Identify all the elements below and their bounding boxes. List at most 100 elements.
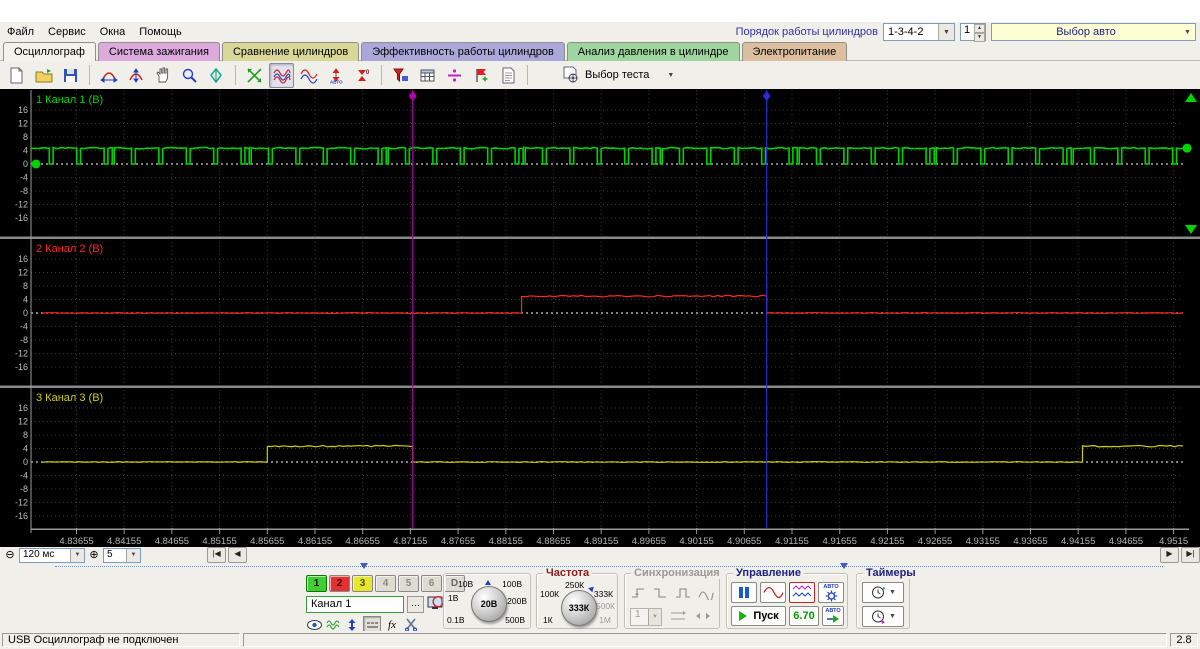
x-tick-label: 4.90655 — [727, 536, 761, 547]
go-last-button[interactable]: ▶| — [1181, 547, 1200, 563]
tab-cylinder-efficiency[interactable]: Эффективность работы цилиндров — [361, 42, 565, 61]
voltage-knob-pointer — [485, 580, 491, 585]
version-label: 2.8 — [1170, 633, 1198, 647]
scale-updown-icon[interactable] — [344, 617, 360, 632]
channel-button-3[interactable]: 3 — [352, 575, 373, 592]
y-tick-label: -4 — [20, 471, 28, 481]
chevron-down-icon[interactable]: ▼ — [938, 24, 954, 40]
channel-button-6[interactable]: 6 — [421, 575, 442, 592]
new-file-button[interactable] — [4, 63, 29, 88]
zoom-out-time-icon[interactable]: ⊖ — [3, 548, 17, 562]
zoom-in-time-icon[interactable]: ⊕ — [87, 548, 101, 562]
tab-power-supply[interactable]: Электропитание — [742, 42, 848, 61]
markers-button[interactable] — [204, 63, 229, 88]
tab-ignition[interactable]: Система зажигания — [98, 42, 220, 61]
status-spacer — [243, 633, 1167, 647]
single-sweep-button[interactable] — [760, 582, 786, 603]
zoom-button[interactable] — [177, 63, 202, 88]
browse-button[interactable]: … — [407, 596, 424, 613]
tab-oscilloscope[interactable]: Осциллограф — [3, 42, 96, 61]
pan-window-end-marker[interactable] — [840, 563, 848, 569]
channel-1-level-marker[interactable] — [1183, 144, 1192, 153]
y-tick-label: -12 — [15, 349, 28, 359]
menu-file[interactable]: Файл — [0, 24, 41, 40]
channel-button-2[interactable]: 2 — [329, 575, 350, 592]
go-first-button[interactable]: |◀ — [207, 547, 226, 563]
test-select-button[interactable]: Выбор теста ▼ — [556, 64, 680, 86]
x-tick-label: 4.9515 — [1159, 536, 1188, 547]
flag-button[interactable] — [469, 63, 494, 88]
fit-vertical-button[interactable] — [123, 63, 148, 88]
pan-window-start-marker[interactable] — [360, 563, 368, 569]
fit-horizontal-button[interactable] — [96, 63, 121, 88]
toolbar: АВТО 0 Выбор теста ▼ — [0, 61, 1200, 89]
visibility-eye-icon[interactable] — [306, 617, 322, 632]
scope-plot[interactable]: 1612840-4-8-12-161612840-4-8-12-16161284… — [0, 89, 1200, 547]
y-tick-label: 16 — [18, 254, 28, 264]
divide-button[interactable] — [442, 63, 467, 88]
frequency-group: Частота 250К 100К 333К 500К 1М 1К 333К — [536, 573, 618, 629]
menu-windows[interactable]: Окна — [93, 24, 133, 40]
menu-help[interactable]: Помощь — [132, 24, 189, 40]
timer-2-button[interactable]: ▼ — [862, 606, 904, 627]
pan-indicator-bar[interactable] — [0, 563, 1200, 571]
y-tick-label: 0 — [23, 159, 28, 169]
y-tick-label: -16 — [15, 511, 28, 521]
sweep-combo[interactable]: 120 мс ▼ — [19, 548, 85, 563]
control-group: Управление АВТО Пуск 6.70 АВТО — [726, 573, 848, 629]
tools-icon[interactable] — [403, 617, 419, 632]
go-next-button[interactable]: ▶ — [1160, 547, 1179, 563]
report-button[interactable] — [496, 63, 521, 88]
tab-pressure-analysis[interactable]: Анализ давления в цилиндре — [567, 42, 740, 61]
cylinder-spinner[interactable]: 1 ▲▼ — [960, 23, 986, 41]
firing-order-combo[interactable]: 1-3-4-2 ▼ — [883, 23, 955, 41]
channel-button-5[interactable]: 5 — [398, 575, 419, 592]
car-select-combo[interactable]: Выбор авто ▼ — [991, 23, 1196, 41]
pause-button[interactable] — [731, 582, 757, 603]
chevron-down-icon[interactable]: ▼ — [1180, 24, 1195, 40]
go-prev-button[interactable]: ◀ — [228, 547, 247, 563]
y-tick-label: 12 — [18, 417, 28, 427]
channel-button-4[interactable]: 4 — [375, 575, 396, 592]
stream-mode-button[interactable] — [789, 582, 815, 603]
compress-signal-button[interactable] — [242, 63, 267, 88]
start-button[interactable]: Пуск — [731, 606, 786, 626]
sync-arrows-icon — [695, 609, 711, 623]
chevron-down-icon[interactable]: ▼ — [70, 549, 84, 562]
channel-button-1[interactable]: 1 — [306, 575, 327, 592]
filter-button[interactable] — [388, 63, 413, 88]
tab-cylinder-compare[interactable]: Сравнение цилиндров — [222, 42, 359, 61]
divisor-combo[interactable]: 5 ▼ — [103, 548, 141, 563]
autoscale-button[interactable]: АВТО — [323, 63, 348, 88]
voltage-knob[interactable]: 20В — [471, 586, 507, 622]
y-tick-label: -8 — [20, 484, 28, 494]
timer-1-button[interactable]: ▼ — [862, 582, 904, 603]
trigger-level-display[interactable]: 6.70 — [789, 606, 819, 626]
channel-name-input[interactable]: Канал 1 — [306, 596, 404, 613]
overlay-waveforms-button[interactable] — [269, 63, 294, 88]
y-tick-label: 4 — [23, 146, 28, 156]
auto-settings-button[interactable]: АВТО — [818, 582, 844, 603]
noise-filter-icon[interactable] — [325, 617, 341, 632]
open-file-button[interactable] — [31, 63, 56, 88]
oscilloscope-plot-area[interactable]: 1612840-4-8-12-161612840-4-8-12-16161284… — [0, 89, 1200, 547]
toolbar-separator — [527, 65, 528, 85]
x-tick-label: 4.93155 — [966, 536, 1000, 547]
channel-1-zero-marker[interactable] — [32, 160, 41, 169]
save-button[interactable] — [58, 63, 83, 88]
spin-up-icon[interactable]: ▲ — [974, 24, 985, 33]
chevron-down-icon[interactable]: ▼ — [126, 549, 140, 562]
zero-level-button[interactable]: 0 — [350, 63, 375, 88]
svg-text:АВТО: АВТО — [330, 79, 343, 84]
two-waveforms-button[interactable] — [296, 63, 321, 88]
spin-down-icon[interactable]: ▼ — [974, 33, 985, 42]
auto-run-button[interactable]: АВТО — [822, 606, 844, 626]
pan-hand-button[interactable] — [150, 63, 175, 88]
table-button[interactable] — [415, 63, 440, 88]
x-tick-label: 4.92655 — [918, 536, 952, 547]
frequency-knob[interactable]: 333К — [561, 590, 597, 626]
menu-service[interactable]: Сервис — [41, 24, 93, 40]
app-window: Файл Сервис Окна Помощь Порядок работы ц… — [0, 0, 1200, 649]
pan-track[interactable] — [55, 566, 1163, 567]
fx-math-icon[interactable]: fx — [384, 617, 400, 632]
